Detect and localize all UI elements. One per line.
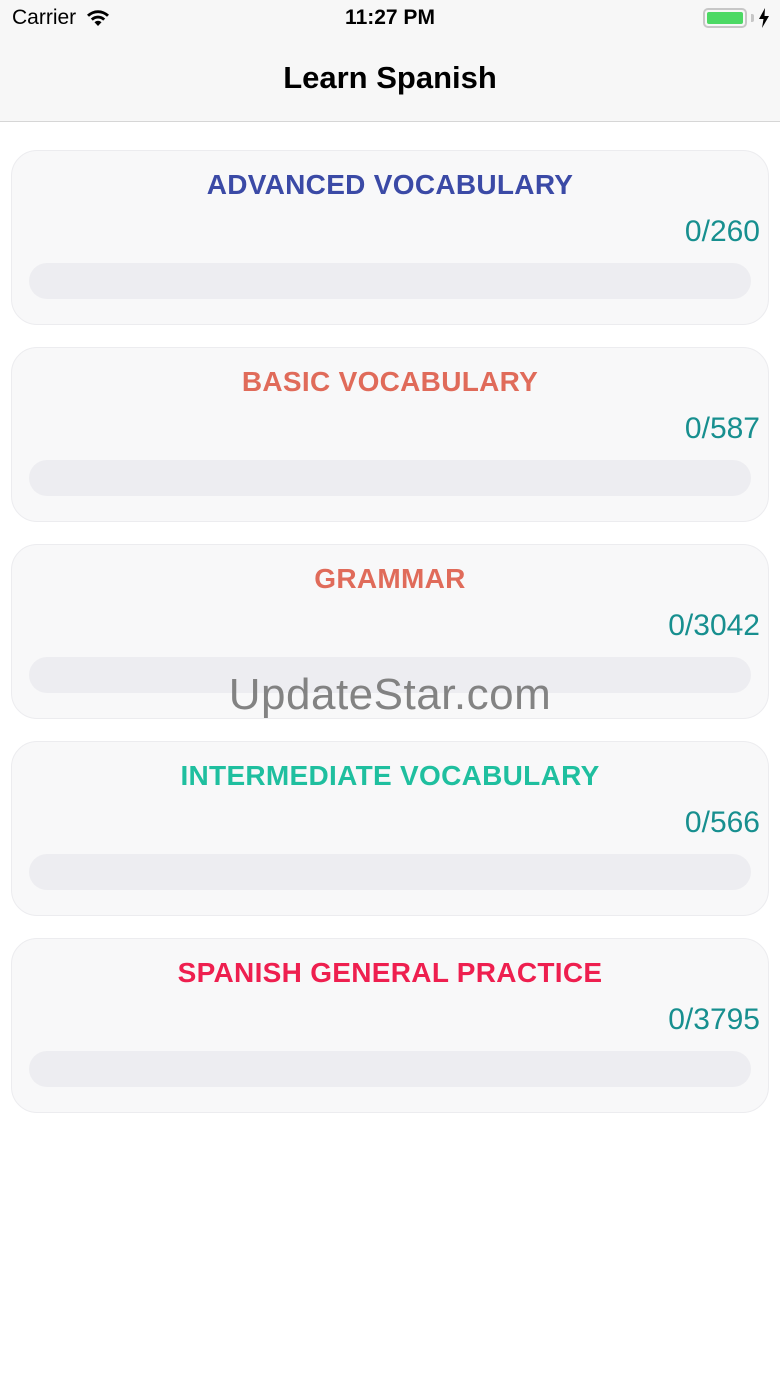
charging-bolt-icon — [759, 8, 769, 28]
status-time: 11:27 PM — [345, 6, 435, 29]
battery-icon — [703, 8, 747, 28]
battery-indicator — [703, 8, 770, 28]
progress-bar — [29, 854, 751, 890]
category-progress-count: 0/3042 — [668, 609, 760, 642]
category-progress-count: 0/566 — [684, 806, 760, 839]
category-title: INTERMEDIATE VOCABULARY — [180, 760, 600, 791]
category-title: ADVANCED VOCABULARY — [206, 169, 574, 200]
navigation-bar: Learn Spanish — [0, 40, 780, 122]
progress-bar — [29, 1051, 751, 1087]
page-title: Learn Spanish — [283, 60, 497, 95]
status-bar: Carrier 11:27 PM — [0, 0, 780, 40]
progress-bar — [29, 460, 751, 496]
category-progress-count: 0/587 — [684, 412, 760, 445]
category-card-basic-vocabulary[interactable]: BASIC VOCABULARY 0/587 — [11, 347, 769, 522]
watermark-text: UpdateStar.com — [228, 670, 552, 719]
category-progress-count: 0/260 — [684, 215, 760, 248]
battery-cap — [751, 14, 754, 22]
category-title: GRAMMAR — [314, 563, 466, 594]
category-title: SPANISH GENERAL PRACTICE — [177, 957, 603, 988]
category-card-intermediate-vocabulary[interactable]: INTERMEDIATE VOCABULARY 0/566 — [11, 741, 769, 916]
progress-bar — [29, 263, 751, 299]
battery-level — [707, 12, 743, 24]
category-card-spanish-general-practice[interactable]: SPANISH GENERAL PRACTICE 0/3795 — [11, 938, 769, 1113]
category-progress-count: 0/3795 — [668, 1003, 760, 1036]
category-title: BASIC VOCABULARY — [241, 366, 539, 397]
app-screen: Carrier 11:27 PM Learn Spanish ADVANCED … — [0, 0, 780, 1387]
category-card-advanced-vocabulary[interactable]: ADVANCED VOCABULARY 0/260 — [11, 150, 769, 325]
